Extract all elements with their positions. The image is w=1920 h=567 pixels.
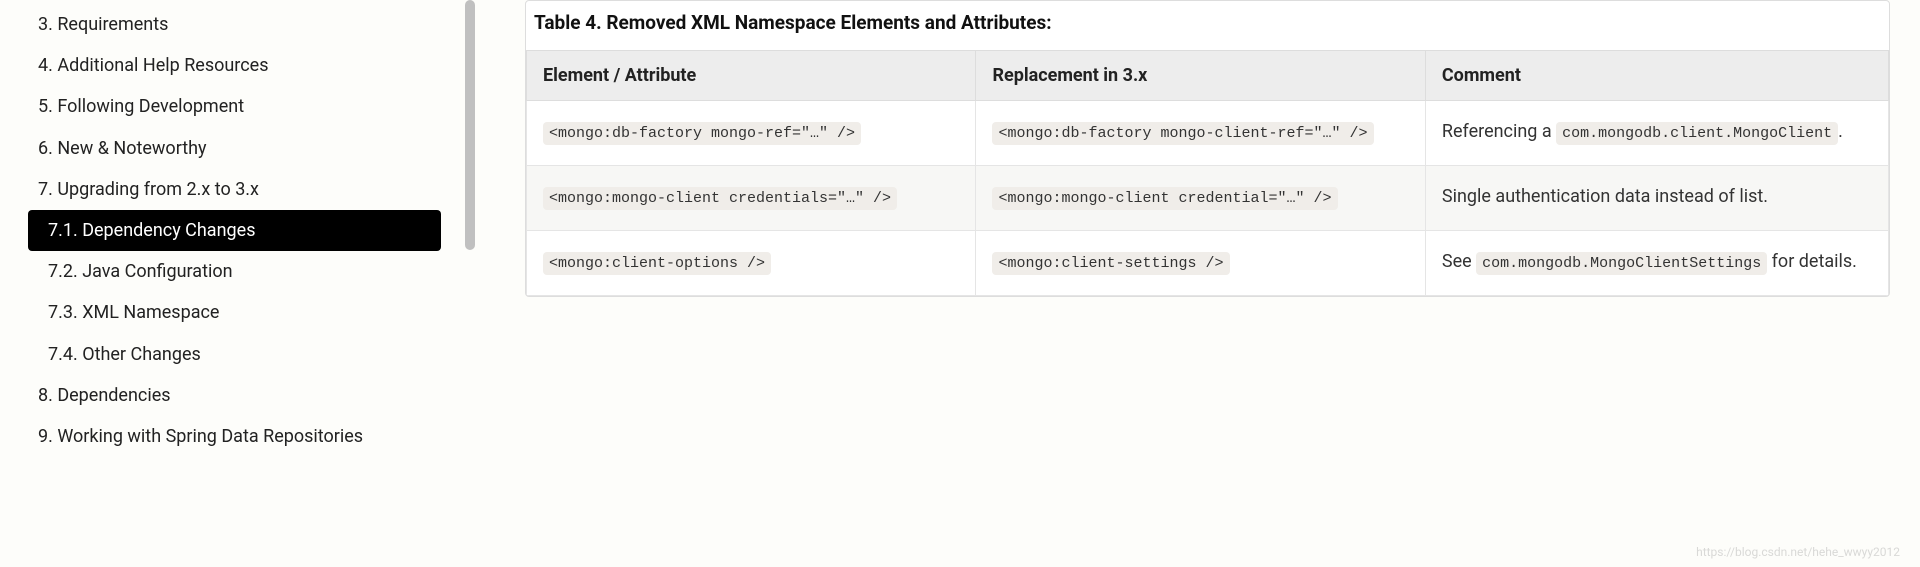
cell-element: <mongo:db-factory mongo-ref="…" /> [527,101,976,166]
namespace-table: Element / Attribute Replacement in 3.x C… [526,50,1889,296]
cell-comment: Referencing a com.mongodb.client.MongoCl… [1425,101,1888,166]
comment-text: Referencing a [1442,121,1556,142]
comment-text: See [1442,251,1476,272]
sidebar: 3. Requirements4. Additional Help Resour… [0,0,475,567]
table-container: Table 4. Removed XML Namespace Elements … [525,0,1890,297]
table-row: <mongo:db-factory mongo-ref="…" /> <mongo… [527,101,1889,166]
nav-list: 3. Requirements4. Additional Help Resour… [28,0,475,457]
sidebar-item-7[interactable]: 7.3. XML Namespace [28,292,475,333]
cell-element: <mongo:mongo-client credentials="…" /> [527,166,976,231]
comment-text: . [1838,121,1843,142]
main-content: Table 4. Removed XML Namespace Elements … [475,0,1920,567]
code-snippet: <mongo:mongo-client credentials="…" /> [543,187,897,210]
table-caption: Table 4. Removed XML Namespace Elements … [526,1,1889,50]
scrollbar-thumb[interactable] [465,0,475,250]
code-snippet: <mongo:client-options /> [543,252,771,275]
code-snippet: <mongo:db-factory mongo-ref="…" /> [543,122,861,145]
comment-text: Single authentication data instead of li… [1442,186,1768,207]
table-row: <mongo:client-options /> <mongo:client-se… [527,231,1889,296]
code-snippet: com.mongodb.client.MongoClient [1556,122,1838,145]
sidebar-item-2[interactable]: 5. Following Development [28,86,475,127]
sidebar-item-9[interactable]: 8. Dependencies [28,375,475,416]
sidebar-item-3[interactable]: 6. New & Noteworthy [28,128,475,169]
table-header-row: Element / Attribute Replacement in 3.x C… [527,51,1889,101]
sidebar-item-4[interactable]: 7. Upgrading from 2.x to 3.x [28,169,475,210]
code-snippet: <mongo:client-settings /> [992,252,1229,275]
comment-text: for details. [1767,251,1857,272]
col-header-replacement: Replacement in 3.x [976,51,1425,101]
sidebar-item-10[interactable]: 9. Working with Spring Data Repositories [28,416,475,457]
cell-replacement: <mongo:db-factory mongo-client-ref="…" /… [976,101,1425,166]
col-header-comment: Comment [1425,51,1888,101]
sidebar-item-6[interactable]: 7.2. Java Configuration [28,251,475,292]
sidebar-item-8[interactable]: 7.4. Other Changes [28,334,475,375]
cell-element: <mongo:client-options /> [527,231,976,296]
sidebar-item-5[interactable]: 7.1. Dependency Changes [28,210,441,251]
cell-replacement: <mongo:mongo-client credential="…" /> [976,166,1425,231]
cell-replacement: <mongo:client-settings /> [976,231,1425,296]
cell-comment: Single authentication data instead of li… [1425,166,1888,231]
sidebar-item-1[interactable]: 4. Additional Help Resources [28,45,475,86]
table-row: <mongo:mongo-client credentials="…" /> <m… [527,166,1889,231]
cell-comment: See com.mongodb.MongoClientSettings for … [1425,231,1888,296]
code-snippet: <mongo:mongo-client credential="…" /> [992,187,1337,210]
code-snippet: <mongo:db-factory mongo-client-ref="…" /… [992,122,1373,145]
sidebar-item-0[interactable]: 3. Requirements [28,4,475,45]
code-snippet: com.mongodb.MongoClientSettings [1476,252,1767,275]
col-header-element: Element / Attribute [527,51,976,101]
